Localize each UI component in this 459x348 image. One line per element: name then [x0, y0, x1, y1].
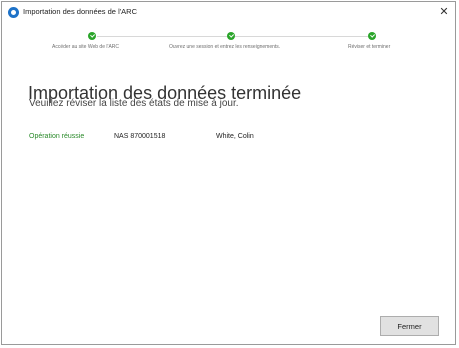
window-title: Importation des données de l'ARC: [23, 7, 137, 16]
step-2-check-icon: [227, 32, 235, 40]
page-subtitle: Veuillez réviser la liste des états de m…: [29, 98, 239, 109]
step-3-check-icon: [368, 32, 376, 40]
close-button[interactable]: Fermer: [380, 316, 439, 336]
progress-connector: [97, 36, 231, 37]
step-3-label: Réviser et terminer: [348, 44, 391, 50]
title-bar: Importation des données de l'ARC ✕: [2, 2, 455, 24]
result-name: White, Colin: [216, 133, 254, 140]
result-status: Opération réussie: [29, 133, 85, 140]
progress-connector: [235, 36, 368, 37]
step-2-label: Ouvrez une session et entrez les renseig…: [169, 44, 281, 50]
import-dialog-window: Importation des données de l'ARC ✕ Accéd…: [1, 1, 456, 345]
app-icon: [8, 7, 19, 18]
close-icon[interactable]: ✕: [437, 5, 451, 19]
step-1-check-icon: [88, 32, 96, 40]
step-1-label: Accéder au site Web de l'ARC: [52, 44, 120, 50]
progress-steps: Accéder au site Web de l'ARC Ouvrez une …: [2, 30, 455, 56]
result-nas: NAS 870001518: [114, 133, 166, 140]
